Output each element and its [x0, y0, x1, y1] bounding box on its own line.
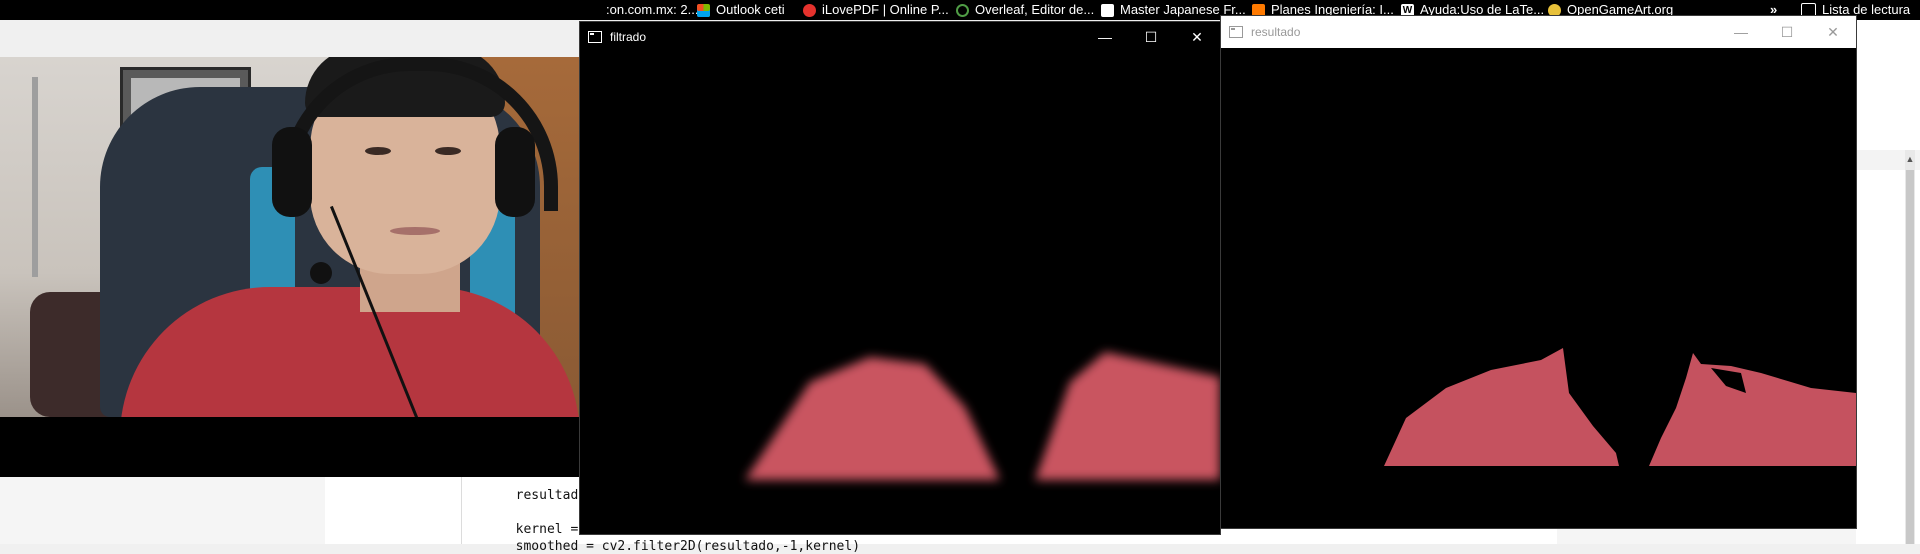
filtered-image: [580, 52, 1220, 534]
code-line: resultado: [500, 473, 586, 503]
close-icon: ✕: [1191, 28, 1203, 45]
window-title: resultado: [1251, 25, 1301, 39]
wikipedia-icon: W: [1401, 3, 1414, 17]
code-text: cv2.filter2D(resultado,-1,kernel): [601, 539, 861, 554]
bookmark-label: Overleaf, Editor de...: [975, 2, 1095, 17]
code-text: resultado: [515, 488, 587, 503]
result-image: [1221, 48, 1856, 528]
maximize-button[interactable]: ☐: [1764, 17, 1810, 47]
window-resultado[interactable]: resultado — ☐ ✕: [1221, 16, 1856, 528]
frame-bottom: [0, 417, 580, 477]
app-window-icon: [1229, 26, 1243, 38]
maximize-icon: ☐: [1144, 28, 1158, 45]
japanese-icon: [1101, 3, 1114, 17]
bookmark-label: :on.com.mx: 2...: [606, 2, 699, 17]
titlebar[interactable]: resultado — ☐ ✕: [1221, 16, 1856, 48]
headphone-earcup: [272, 127, 312, 217]
ilovepdf-icon: [803, 3, 816, 17]
scrollbar[interactable]: [1905, 150, 1915, 544]
app-window-icon: [588, 31, 602, 43]
window-title: filtrado: [610, 30, 647, 44]
bookmark-item-overleaf[interactable]: Overleaf, Editor de...: [956, 1, 1094, 19]
bookmark-label: iLovePDF | Online P...: [822, 2, 949, 17]
close-button[interactable]: ✕: [1810, 17, 1856, 47]
scrollbar-thumb[interactable]: [1906, 170, 1914, 544]
minimize-icon: —: [1098, 29, 1112, 45]
microsoft-icon: [697, 3, 710, 17]
titlebar[interactable]: filtrado — ☐ ✕: [580, 22, 1220, 52]
minimize-button[interactable]: —: [1082, 22, 1128, 52]
headphone-earcup: [495, 127, 535, 217]
bookmark-item-outlook[interactable]: Outlook ceti: [697, 1, 785, 19]
code-text: smoothed =: [515, 539, 602, 554]
opengameart-icon: [1548, 3, 1561, 17]
window-filtrado[interactable]: filtrado — ☐ ✕: [580, 22, 1220, 534]
close-icon: ✕: [1827, 23, 1839, 40]
bookmark-label: Outlook ceti: [716, 2, 785, 17]
webcam-frame: [0, 57, 580, 477]
filtered-mask-image: [745, 352, 1220, 480]
minimize-icon: —: [1734, 24, 1748, 40]
microphone: [310, 262, 332, 284]
lamp: [32, 77, 38, 277]
result-mask-image: [1384, 348, 1856, 466]
maximize-button[interactable]: ☐: [1128, 22, 1174, 52]
scroll-up-icon[interactable]: ▲: [1905, 154, 1915, 164]
bookmark-item[interactable]: :on.com.mx: 2...: [606, 1, 698, 19]
maximize-icon: ☐: [1780, 23, 1794, 40]
planes-icon: [1252, 3, 1265, 17]
mouth: [390, 227, 440, 235]
editor-gutter: [325, 470, 461, 544]
bookmark-item-ilovepdf[interactable]: iLovePDF | Online P...: [803, 1, 949, 19]
minimize-button[interactable]: —: [1718, 17, 1764, 47]
overleaf-icon: [956, 3, 969, 17]
close-button[interactable]: ✕: [1174, 22, 1220, 52]
